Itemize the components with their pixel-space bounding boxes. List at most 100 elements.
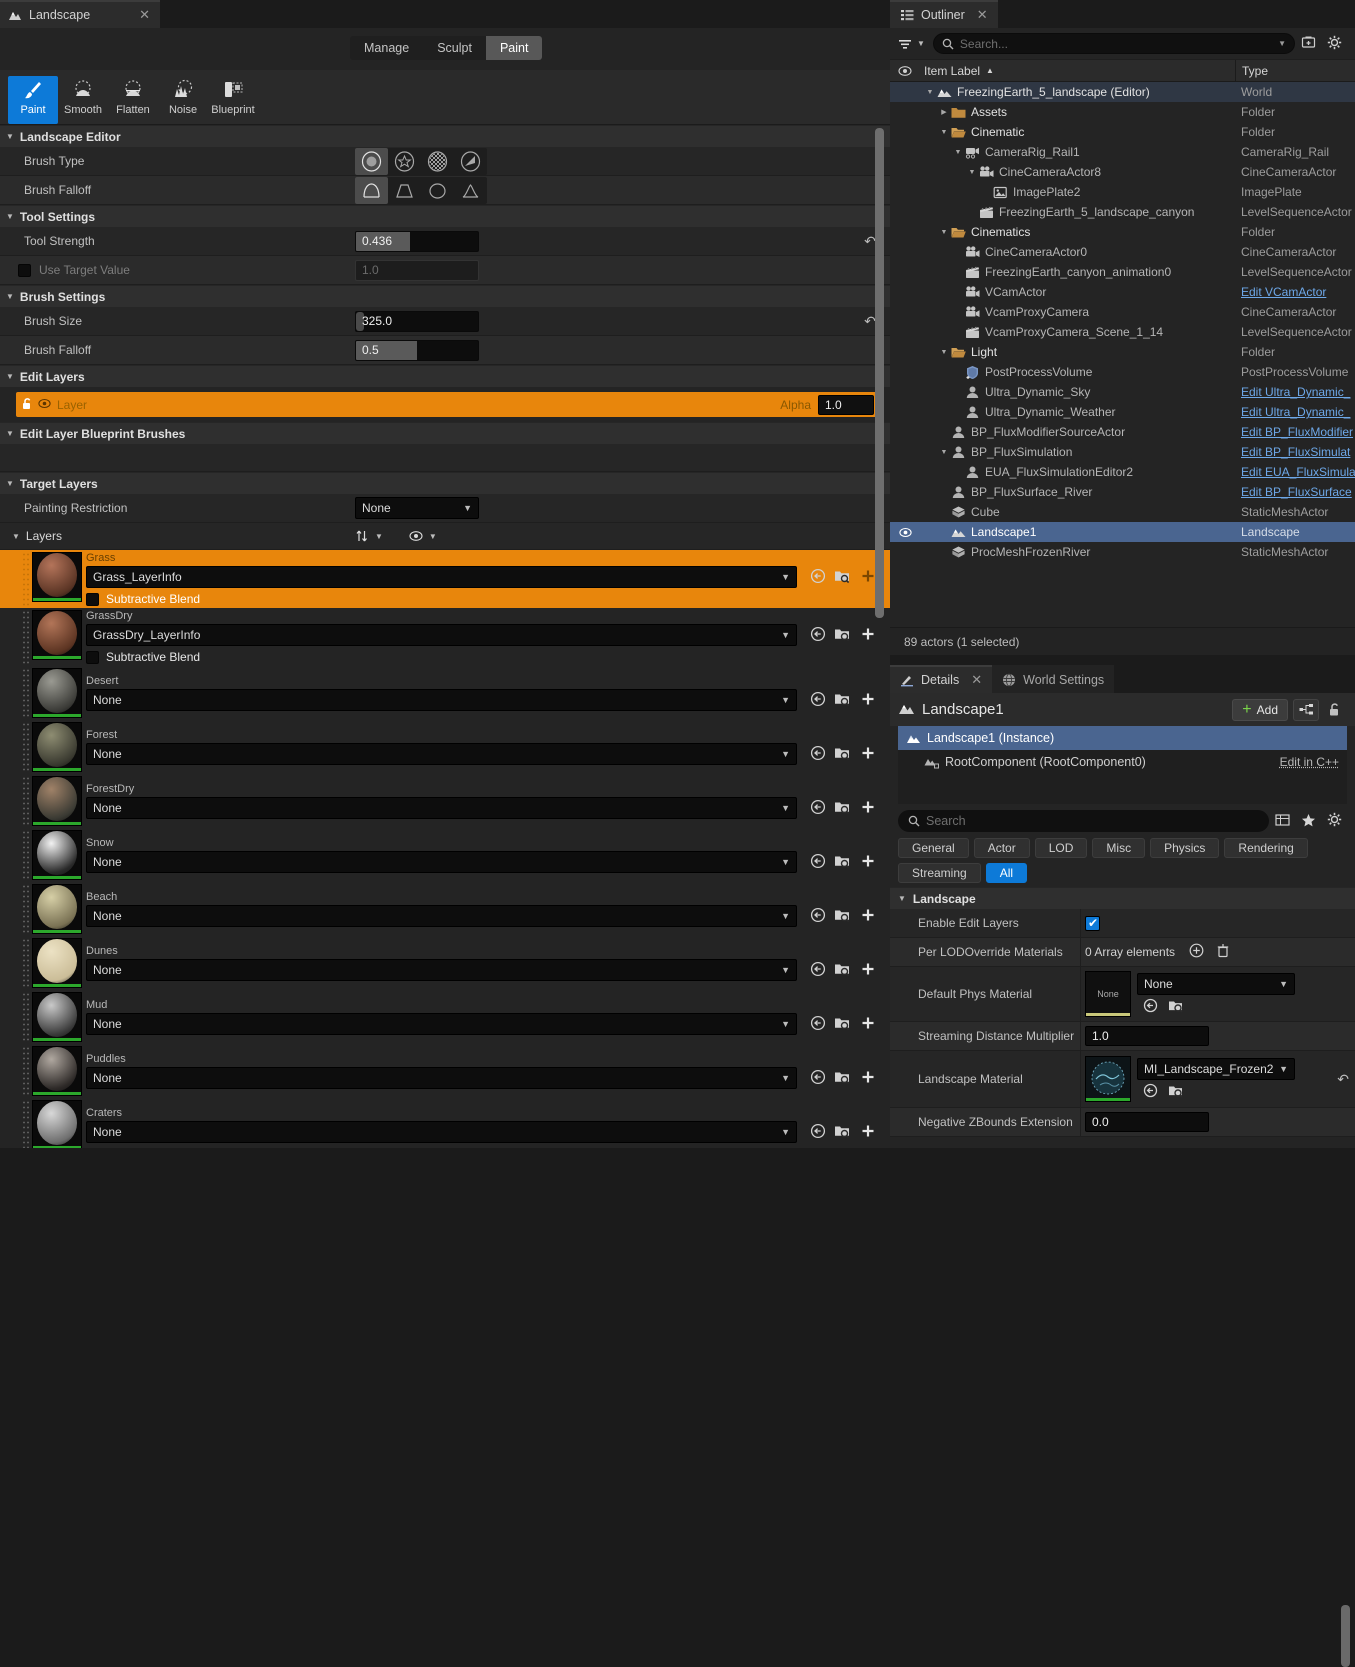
target-layer-info-dropdown[interactable]: None ▼ [86,797,797,819]
column-item-label[interactable]: Item Label ▲ [920,64,1235,78]
drag-handle[interactable] [22,938,29,988]
tab-details[interactable]: Details ✕ [890,665,992,693]
target-layer-row[interactable]: Forest None ▼ [0,720,890,774]
add-folder-icon[interactable] [1295,35,1321,52]
find-in-browser-icon[interactable] [830,745,855,764]
linear-falloff-icon[interactable] [388,177,421,204]
browse-icon[interactable] [805,853,830,872]
row-visibility-icon[interactable] [890,527,920,538]
browse-icon[interactable] [805,1015,830,1034]
add-layer-icon[interactable] [855,1069,880,1088]
tool-strength-reset-icon[interactable]: ↶ [850,233,890,250]
layer-thumbnail[interactable] [32,552,82,602]
find-in-browser-icon[interactable] [830,907,855,926]
details-filter-physics[interactable]: Physics [1150,838,1219,858]
outliner-row-type[interactable]: Edit BP_FluxModifier [1235,425,1355,439]
subtractive-blend-row[interactable]: Subtractive Blend [86,592,880,606]
target-layer-row[interactable]: Puddles None ▼ [0,1044,890,1098]
target-layer-row[interactable]: Snow None ▼ [0,828,890,882]
details-filter-rendering[interactable]: Rendering [1224,838,1307,858]
edit-layer-row[interactable]: Layer Alpha 1.0 [16,392,880,417]
outliner-row[interactable]: BP_FluxSurface_River Edit BP_FluxSurface [890,482,1355,502]
find-in-browser-icon[interactable] [1163,998,1189,1016]
target-layer-row[interactable]: Desert None ▼ [0,666,890,720]
browse-icon[interactable] [805,961,830,980]
target-layer-info-dropdown[interactable]: None ▼ [86,959,797,981]
layer-thumbnail[interactable] [32,830,82,880]
browse-icon[interactable] [805,691,830,710]
component-row-root[interactable]: RootComponent (RootComponent0) Edit in C… [898,750,1347,774]
painting-restriction-dropdown[interactable]: None ▼ [355,497,479,519]
drag-handle[interactable] [22,884,29,934]
target-layer-info-dropdown[interactable]: None ▼ [86,905,797,927]
layer-thumbnail[interactable] [32,1100,82,1148]
close-icon[interactable]: ✕ [971,672,982,688]
browse-icon[interactable] [805,568,830,587]
outliner-row[interactable]: Ultra_Dynamic_Weather Edit Ultra_Dynamic_ [890,402,1355,422]
use-target-value-checkbox[interactable] [18,264,31,277]
outliner-row[interactable]: Cube StaticMeshActor [890,502,1355,522]
circle-brush-icon[interactable] [355,148,388,175]
landscape-panel-scrollbar[interactable] [875,128,884,618]
add-layer-icon[interactable] [855,1015,880,1034]
unlock-icon[interactable] [22,397,33,413]
outliner-row[interactable]: ▶ Assets Folder [890,102,1355,122]
find-in-browser-icon[interactable] [830,961,855,980]
drag-handle[interactable] [22,992,29,1042]
chevron-down-icon[interactable]: ▼ [966,169,978,176]
add-layer-icon[interactable] [855,799,880,818]
brush-size-slider[interactable]: 325.0 [355,311,479,332]
outliner-row[interactable]: ImagePlate2 ImagePlate [890,182,1355,202]
target-layer-row[interactable]: ForestDry None ▼ [0,774,890,828]
drag-handle[interactable] [22,776,29,826]
tool-blueprint[interactable]: Blueprint [208,76,258,124]
browse-icon[interactable] [805,745,830,764]
layer-thumbnail[interactable] [32,610,82,660]
find-in-browser-icon[interactable] [830,568,855,587]
layer-thumbnail[interactable] [32,992,82,1042]
smooth-falloff-icon[interactable] [355,177,388,204]
target-layer-info-dropdown[interactable]: None ▼ [86,851,797,873]
add-layer-icon[interactable] [855,961,880,980]
section-edit-layers[interactable]: ▼ Edit Layers [0,365,890,387]
layer-thumbnail[interactable] [32,884,82,934]
close-icon[interactable]: ✕ [977,7,988,23]
negative-zbounds-extension-field[interactable]: 0.0 [1085,1112,1209,1132]
target-layer-info-dropdown[interactable]: None ▼ [86,743,797,765]
spherical-falloff-icon[interactable] [421,177,454,204]
add-layer-icon[interactable] [855,907,880,926]
outliner-row[interactable]: ▼ BP_FluxSimulation Edit BP_FluxSimulat [890,442,1355,462]
details-filter-general[interactable]: General [898,838,969,858]
chevron-down-icon[interactable]: ▼ [938,129,950,136]
landscape-material-thumbnail[interactable] [1085,1056,1131,1102]
find-in-browser-icon[interactable] [830,853,855,872]
component-row-instance[interactable]: Landscape1 (Instance) [898,726,1347,750]
layers-visibility-icon[interactable]: ▼ [409,530,437,542]
drag-handle[interactable] [22,610,29,664]
eye-icon[interactable] [38,398,51,412]
details-scrollbar[interactable] [1341,1605,1350,1667]
outliner-row-type[interactable]: Edit Ultra_Dynamic_ [1235,385,1355,399]
brush-falloff-slider[interactable]: 0.5 [355,340,479,361]
outliner-filter-button[interactable]: ▼ [898,37,925,51]
outliner-row[interactable]: FreezingEarth_5_landscape_canyon LevelSeq… [890,202,1355,222]
outliner-row[interactable]: BP_FluxModifierSourceActor Edit BP_FluxMo… [890,422,1355,442]
outliner-row-type[interactable]: Edit Ultra_Dynamic_ [1235,405,1355,419]
outliner-row-type[interactable]: Edit BP_FluxSurface [1235,485,1355,499]
tab-world-settings[interactable]: World Settings [992,665,1114,693]
chevron-down-icon[interactable]: ▼ [938,229,950,236]
add-layer-icon[interactable] [855,853,880,872]
alpha-brush-icon[interactable] [388,148,421,175]
add-layer-icon[interactable] [855,745,880,764]
outliner-row[interactable]: ▼ Light Folder [890,342,1355,362]
landscape-material-dropdown[interactable]: MI_Landscape_Frozen2 ▼ [1137,1058,1295,1080]
target-layer-row[interactable]: Dunes None ▼ [0,936,890,990]
browse-icon[interactable] [1137,1083,1163,1101]
outliner-row-type[interactable]: Edit VCamActor [1235,285,1355,299]
subtractive-blend-checkbox[interactable] [86,593,99,606]
chevron-right-icon[interactable]: ▶ [938,108,950,116]
section-landscape-editor[interactable]: ▼ Landscape Editor [0,125,890,147]
details-search-input[interactable]: Search [898,810,1269,832]
find-in-browser-icon[interactable] [1163,1083,1189,1101]
outliner-row-type[interactable]: Edit EUA_FluxSimula [1235,465,1355,479]
